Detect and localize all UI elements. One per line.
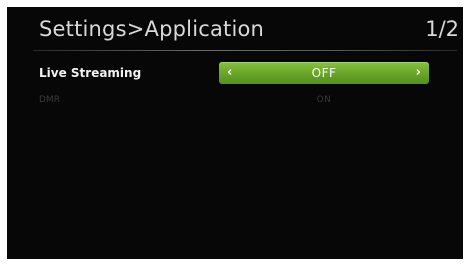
header-divider [33,50,457,51]
dmr-value: ON [316,95,332,105]
chevron-right-icon[interactable]: › [416,65,421,81]
page-title: Settings>Application [39,17,265,41]
setting-row-live-streaming[interactable]: Live Streaming ‹ OFF › [7,62,463,84]
live-streaming-value: OFF [311,66,337,80]
page-indicator: 1/2 [425,17,459,41]
setting-label-dmr: DMR [39,95,60,105]
live-streaming-selector[interactable]: ‹ OFF › [219,62,429,84]
header: Settings>Application 1/2 [7,7,463,47]
setting-label-live-streaming: Live Streaming [39,66,142,80]
settings-screen: Settings>Application 1/2 Live Streaming … [7,7,463,259]
setting-row-dmr[interactable]: DMR ON [7,92,463,114]
